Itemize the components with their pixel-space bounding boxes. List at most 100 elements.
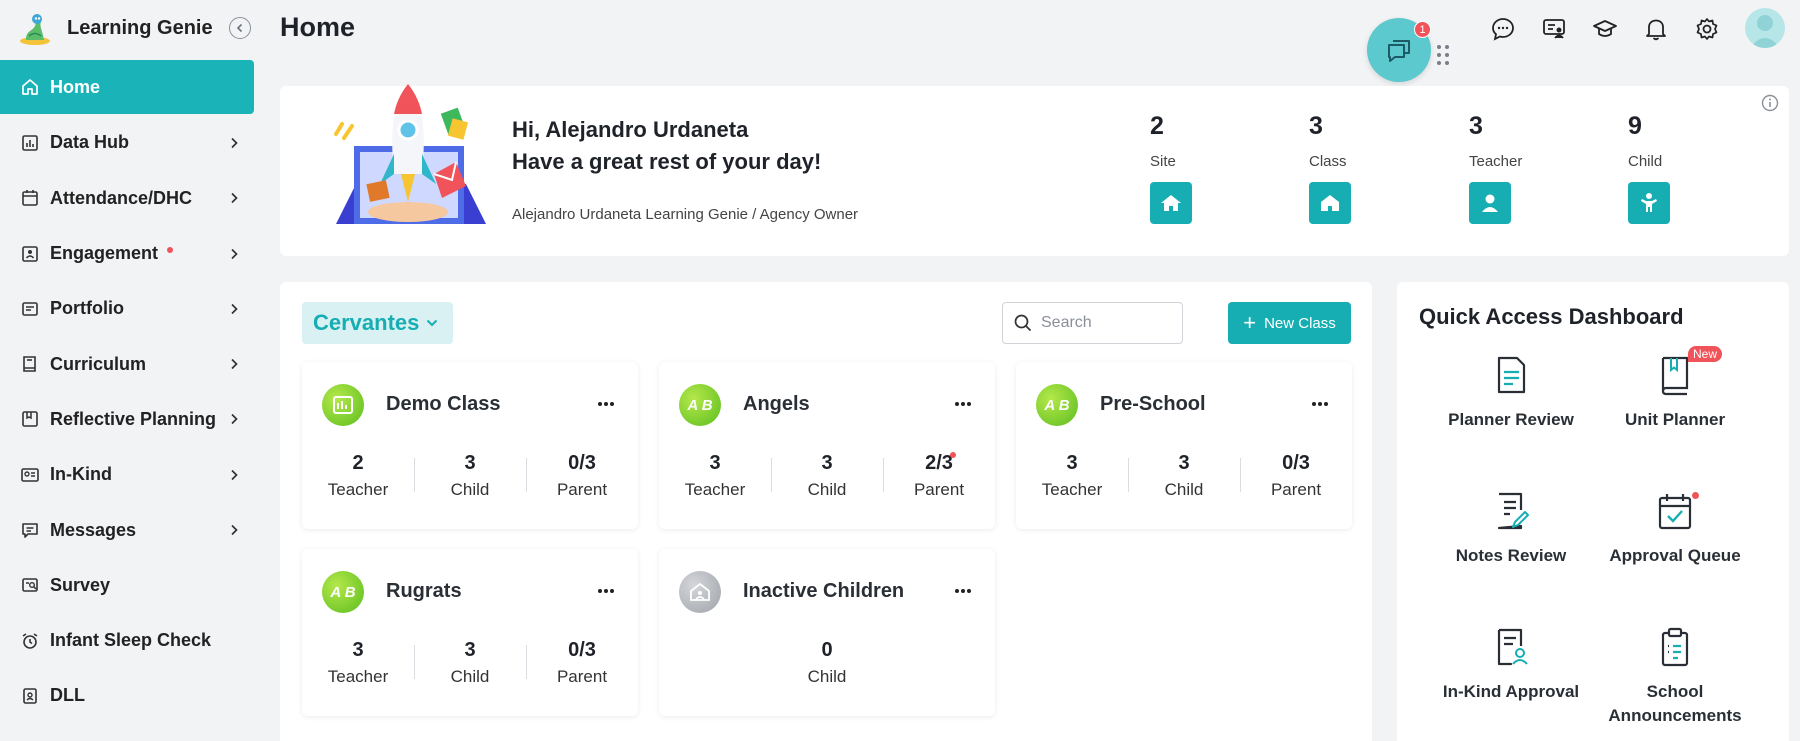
chevron-left-icon bbox=[236, 23, 242, 33]
stat-value: 0 bbox=[821, 639, 833, 661]
class-stat-teacher: 2 Teacher bbox=[302, 452, 414, 500]
bell-icon[interactable] bbox=[1643, 16, 1669, 42]
person-icon bbox=[1482, 194, 1498, 212]
stat-label: Site bbox=[1150, 153, 1176, 170]
new-class-button[interactable]: + New Class bbox=[1228, 302, 1351, 344]
chat-bubble-icon[interactable] bbox=[1490, 16, 1516, 42]
class-button[interactable] bbox=[1309, 182, 1351, 224]
site-dropdown[interactable]: Cervantes bbox=[302, 302, 454, 344]
info-icon[interactable] bbox=[1761, 94, 1779, 112]
drag-handle-icon[interactable] bbox=[1436, 44, 1450, 66]
class-name: Inactive Children bbox=[743, 580, 905, 602]
sidebar-item-in-kind[interactable]: In-Kind bbox=[0, 447, 256, 502]
quick-access-planner-review[interactable]: Planner Review bbox=[1426, 354, 1596, 432]
sidebar-item-attendance[interactable]: Attendance/DHC bbox=[0, 171, 256, 226]
chevron-right-icon bbox=[231, 524, 238, 536]
class-card-rugrats[interactable]: A B Rugrats 3 Teacher 3 Child 0/3 Parent bbox=[302, 549, 638, 716]
sidebar-item-portfolio[interactable]: Portfolio bbox=[0, 281, 256, 336]
quick-access-label: Approval Queue bbox=[1609, 546, 1741, 565]
sidebar-item-label: Data Hub bbox=[50, 132, 130, 153]
chevron-down-icon bbox=[427, 319, 438, 327]
sidebar-item-messages[interactable]: Messages bbox=[0, 502, 256, 557]
class-stat-teacher: 3 Teacher bbox=[659, 452, 771, 500]
sidebar-nav: Home Data Hub Attendance/DHC Engagement … bbox=[0, 60, 256, 724]
more-options-icon[interactable] bbox=[1310, 394, 1330, 414]
class-card-inactive-children[interactable]: Inactive Children 0 Child bbox=[659, 549, 995, 716]
class-card-demo-class[interactable]: Demo Class 2 Teacher 3 Child 0/3 Parent bbox=[302, 362, 638, 529]
stat-label: Child bbox=[807, 480, 847, 499]
calendar-icon bbox=[22, 190, 38, 207]
sidebar-item-reflective-planning[interactable]: Reflective Planning bbox=[0, 392, 256, 447]
notification-dot bbox=[950, 452, 956, 458]
avatar[interactable] bbox=[1745, 8, 1785, 48]
classes-panel: Cervantes + New Class Demo Class 2 Teache… bbox=[280, 282, 1372, 741]
user-avatar-icon bbox=[1750, 15, 1780, 48]
more-options-icon[interactable] bbox=[596, 394, 616, 414]
quick-access-approval-queue[interactable]: Approval Queue bbox=[1590, 490, 1760, 568]
quick-access-school-announcements[interactable]: School Announcements bbox=[1590, 626, 1760, 728]
bar-chart-icon bbox=[22, 135, 38, 151]
chevron-right-icon bbox=[231, 303, 238, 314]
quick-access-title: Quick Access Dashboard bbox=[1419, 304, 1684, 329]
stat-label: Child bbox=[450, 480, 490, 499]
sidebar-item-label: Curriculum bbox=[50, 353, 147, 374]
quick-access-in-kind-approval[interactable]: In-Kind Approval bbox=[1426, 626, 1596, 704]
sidebar-item-data-hub[interactable]: Data Hub bbox=[0, 115, 256, 170]
stat-teacher: 3 Teacher bbox=[1469, 112, 1589, 224]
rocket-illustration bbox=[334, 84, 486, 224]
class-name: Rugrats bbox=[386, 580, 462, 602]
teacher-button[interactable] bbox=[1469, 182, 1511, 224]
stat-label: Teacher bbox=[1469, 153, 1523, 170]
class-name: Pre-School bbox=[1100, 393, 1206, 415]
sidebar-item-dll[interactable]: DLL bbox=[0, 668, 256, 723]
quick-access-notes-review[interactable]: Notes Review bbox=[1426, 490, 1596, 568]
stat-value: 0/3 bbox=[1282, 452, 1310, 474]
inactive-house-icon bbox=[679, 571, 721, 613]
page-title: Home bbox=[280, 12, 356, 42]
stat-label: Parent bbox=[556, 667, 608, 686]
sidebar-item-survey[interactable]: Survey bbox=[0, 558, 256, 613]
stat-value: 2 bbox=[1150, 112, 1164, 140]
chat-icon bbox=[1388, 40, 1410, 62]
sidebar-item-home[interactable]: Home bbox=[0, 60, 254, 114]
chevron-right-icon bbox=[231, 414, 238, 425]
site-button[interactable] bbox=[1150, 182, 1192, 224]
presentation-icon[interactable] bbox=[1541, 16, 1567, 42]
class-stats: 0 Child bbox=[659, 639, 995, 687]
learning-genie-logo[interactable] bbox=[17, 10, 53, 46]
gear-icon[interactable] bbox=[1694, 16, 1720, 42]
sidebar-item-label: DLL bbox=[50, 685, 85, 706]
child-button[interactable] bbox=[1628, 182, 1670, 224]
class-stat-teacher: 3 Teacher bbox=[302, 639, 414, 687]
quick-access-label: School Announcements bbox=[1608, 682, 1742, 725]
chevron-right-icon bbox=[231, 137, 238, 149]
more-options-icon[interactable] bbox=[596, 581, 616, 601]
notification-dot bbox=[1692, 492, 1699, 499]
class-stat-child: 3 Child bbox=[414, 452, 526, 500]
class-card-angels[interactable]: A B Angels 3 Teacher 3 Child 2/3 Parent bbox=[659, 362, 995, 529]
survey-icon bbox=[22, 578, 38, 593]
stat-label: Child bbox=[450, 667, 490, 686]
graduation-cap-icon[interactable] bbox=[1592, 16, 1618, 42]
class-card-pre-school[interactable]: A B Pre-School 3 Teacher 3 Child 0/3 Parent bbox=[1016, 362, 1352, 529]
stat-child: 9 Child bbox=[1628, 112, 1748, 224]
stat-label: Child bbox=[1164, 480, 1204, 499]
class-stats: 3 Teacher 3 Child 0/3 Parent bbox=[302, 639, 638, 687]
approval-queue-icon bbox=[1658, 494, 1692, 530]
stat-value: 9 bbox=[1628, 112, 1642, 140]
sidebar-item-infant-sleep-check[interactable]: Infant Sleep Check bbox=[0, 613, 256, 668]
sidebar-item-curriculum[interactable]: Curriculum bbox=[0, 336, 256, 391]
more-options-icon[interactable] bbox=[953, 394, 973, 414]
welcome-card: Hi, Alejandro Urdaneta Have a great rest… bbox=[280, 84, 1789, 256]
school-icon bbox=[1161, 195, 1181, 211]
stat-value: 0/3 bbox=[568, 639, 596, 661]
more-options-icon[interactable] bbox=[953, 581, 973, 601]
search-input[interactable] bbox=[1041, 314, 1171, 332]
search-box[interactable] bbox=[1002, 302, 1183, 344]
quick-access-panel: Quick Access Dashboard Planner Review Ne… bbox=[1397, 282, 1789, 741]
stat-label: Teacher bbox=[327, 480, 389, 499]
quick-access-unit-planner[interactable]: New Unit Planner bbox=[1590, 346, 1760, 432]
sidebar-item-engagement[interactable]: Engagement bbox=[0, 226, 256, 281]
greeting-name: Hi, Alejandro Urdaneta bbox=[512, 117, 749, 142]
collapse-sidebar-button[interactable] bbox=[228, 17, 251, 39]
